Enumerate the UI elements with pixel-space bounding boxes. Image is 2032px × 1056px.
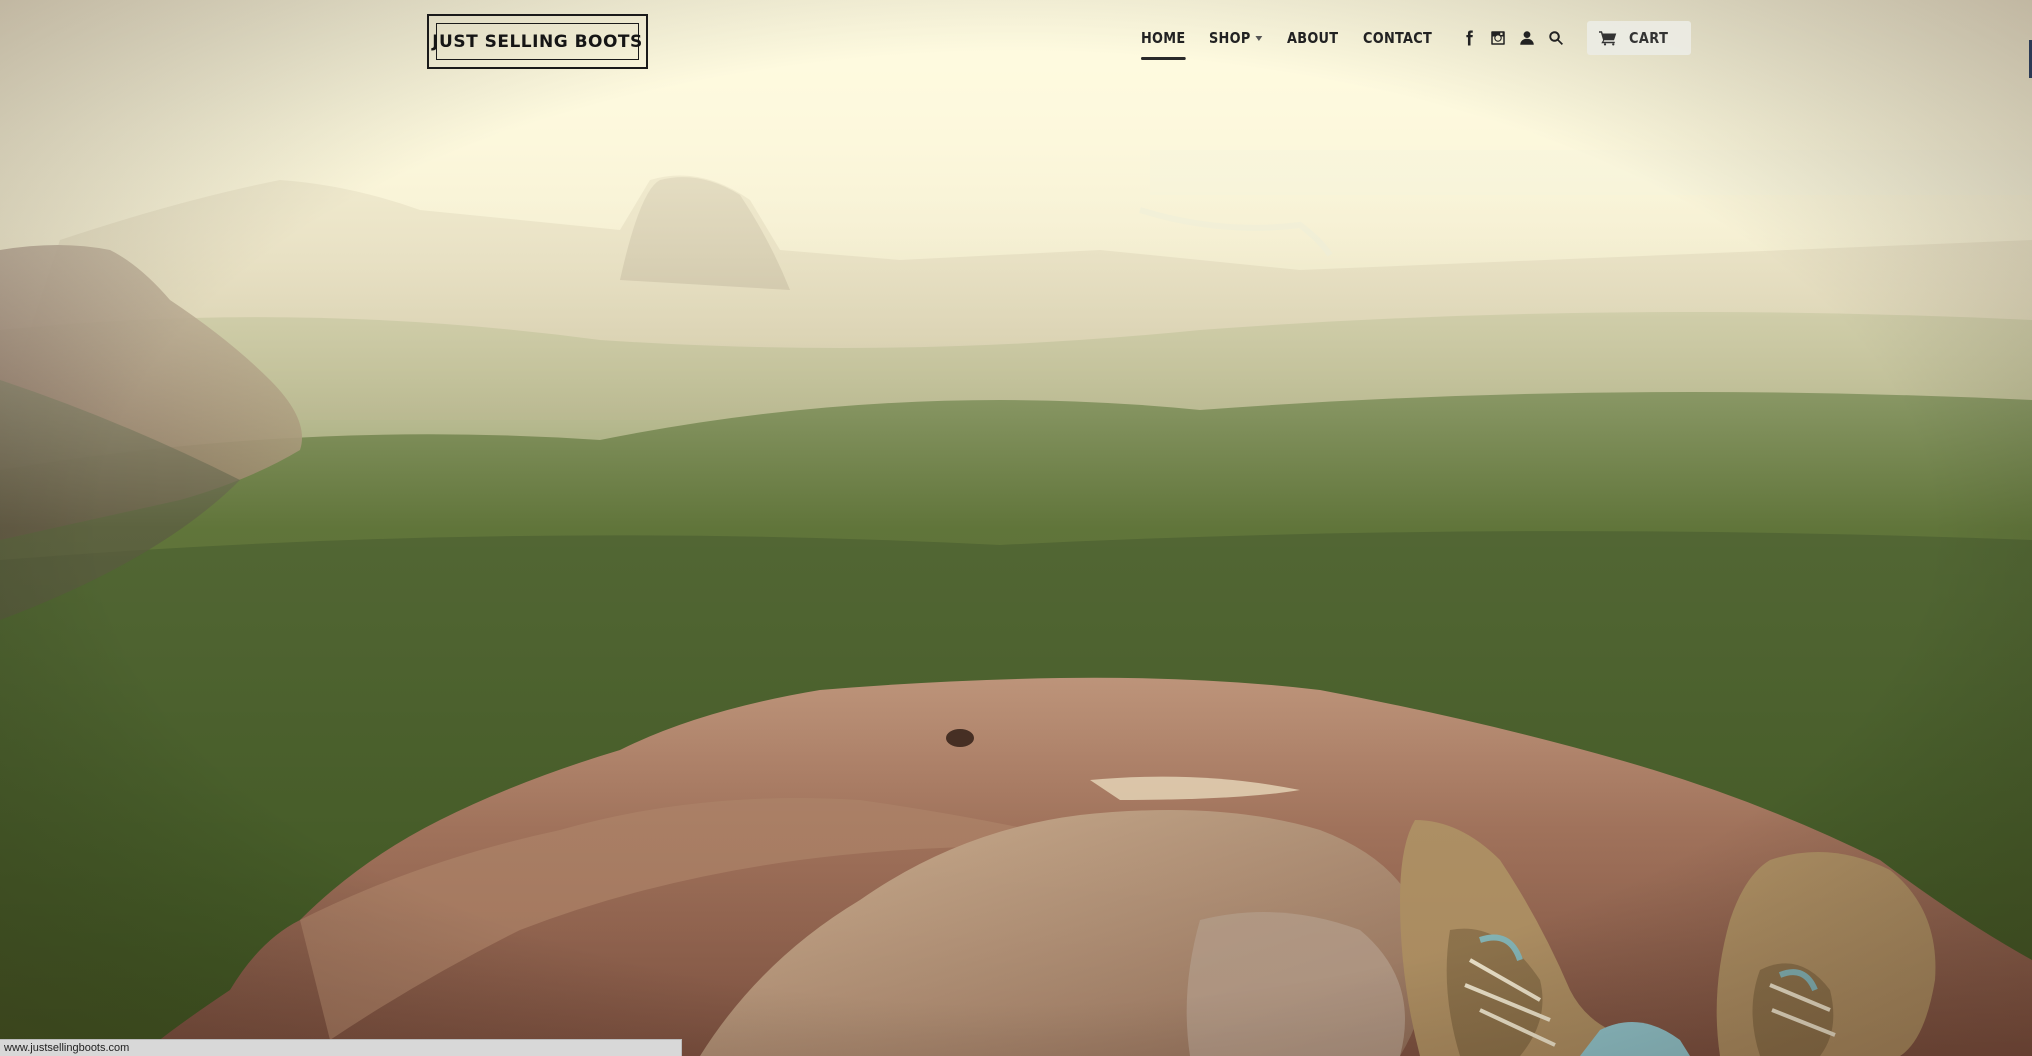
status-bar: www.justsellingboots.com xyxy=(0,1039,682,1056)
page: JUST SELLING BOOTS HOME SHOP ABOUT CONTA… xyxy=(0,0,2032,1056)
main-nav: HOME SHOP ABOUT CONTACT CART xyxy=(1141,20,1691,60)
hero-image xyxy=(0,0,2032,1056)
logo-text: JUST SELLING BOOTS xyxy=(432,23,642,60)
nav-shop-label: SHOP xyxy=(1208,29,1251,47)
cart-button[interactable]: CART xyxy=(1587,21,1691,55)
instagram-icon[interactable] xyxy=(1488,28,1508,48)
nav-about[interactable]: ABOUT xyxy=(1287,20,1338,56)
nav-shop[interactable]: SHOP xyxy=(1209,20,1263,56)
account-icon[interactable] xyxy=(1517,28,1537,48)
nav-home[interactable]: HOME xyxy=(1141,20,1185,60)
site-logo[interactable]: JUST SELLING BOOTS xyxy=(427,14,648,69)
search-icon[interactable] xyxy=(1546,28,1566,48)
cart-icon xyxy=(1599,31,1617,46)
facebook-icon[interactable] xyxy=(1459,28,1479,48)
chevron-down-icon xyxy=(1255,35,1263,41)
nav-contact[interactable]: CONTACT xyxy=(1363,20,1432,56)
status-url: www.justsellingboots.com xyxy=(4,1042,130,1054)
cart-label: CART xyxy=(1629,29,1669,47)
site-header: JUST SELLING BOOTS HOME SHOP ABOUT CONTA… xyxy=(0,0,2032,80)
